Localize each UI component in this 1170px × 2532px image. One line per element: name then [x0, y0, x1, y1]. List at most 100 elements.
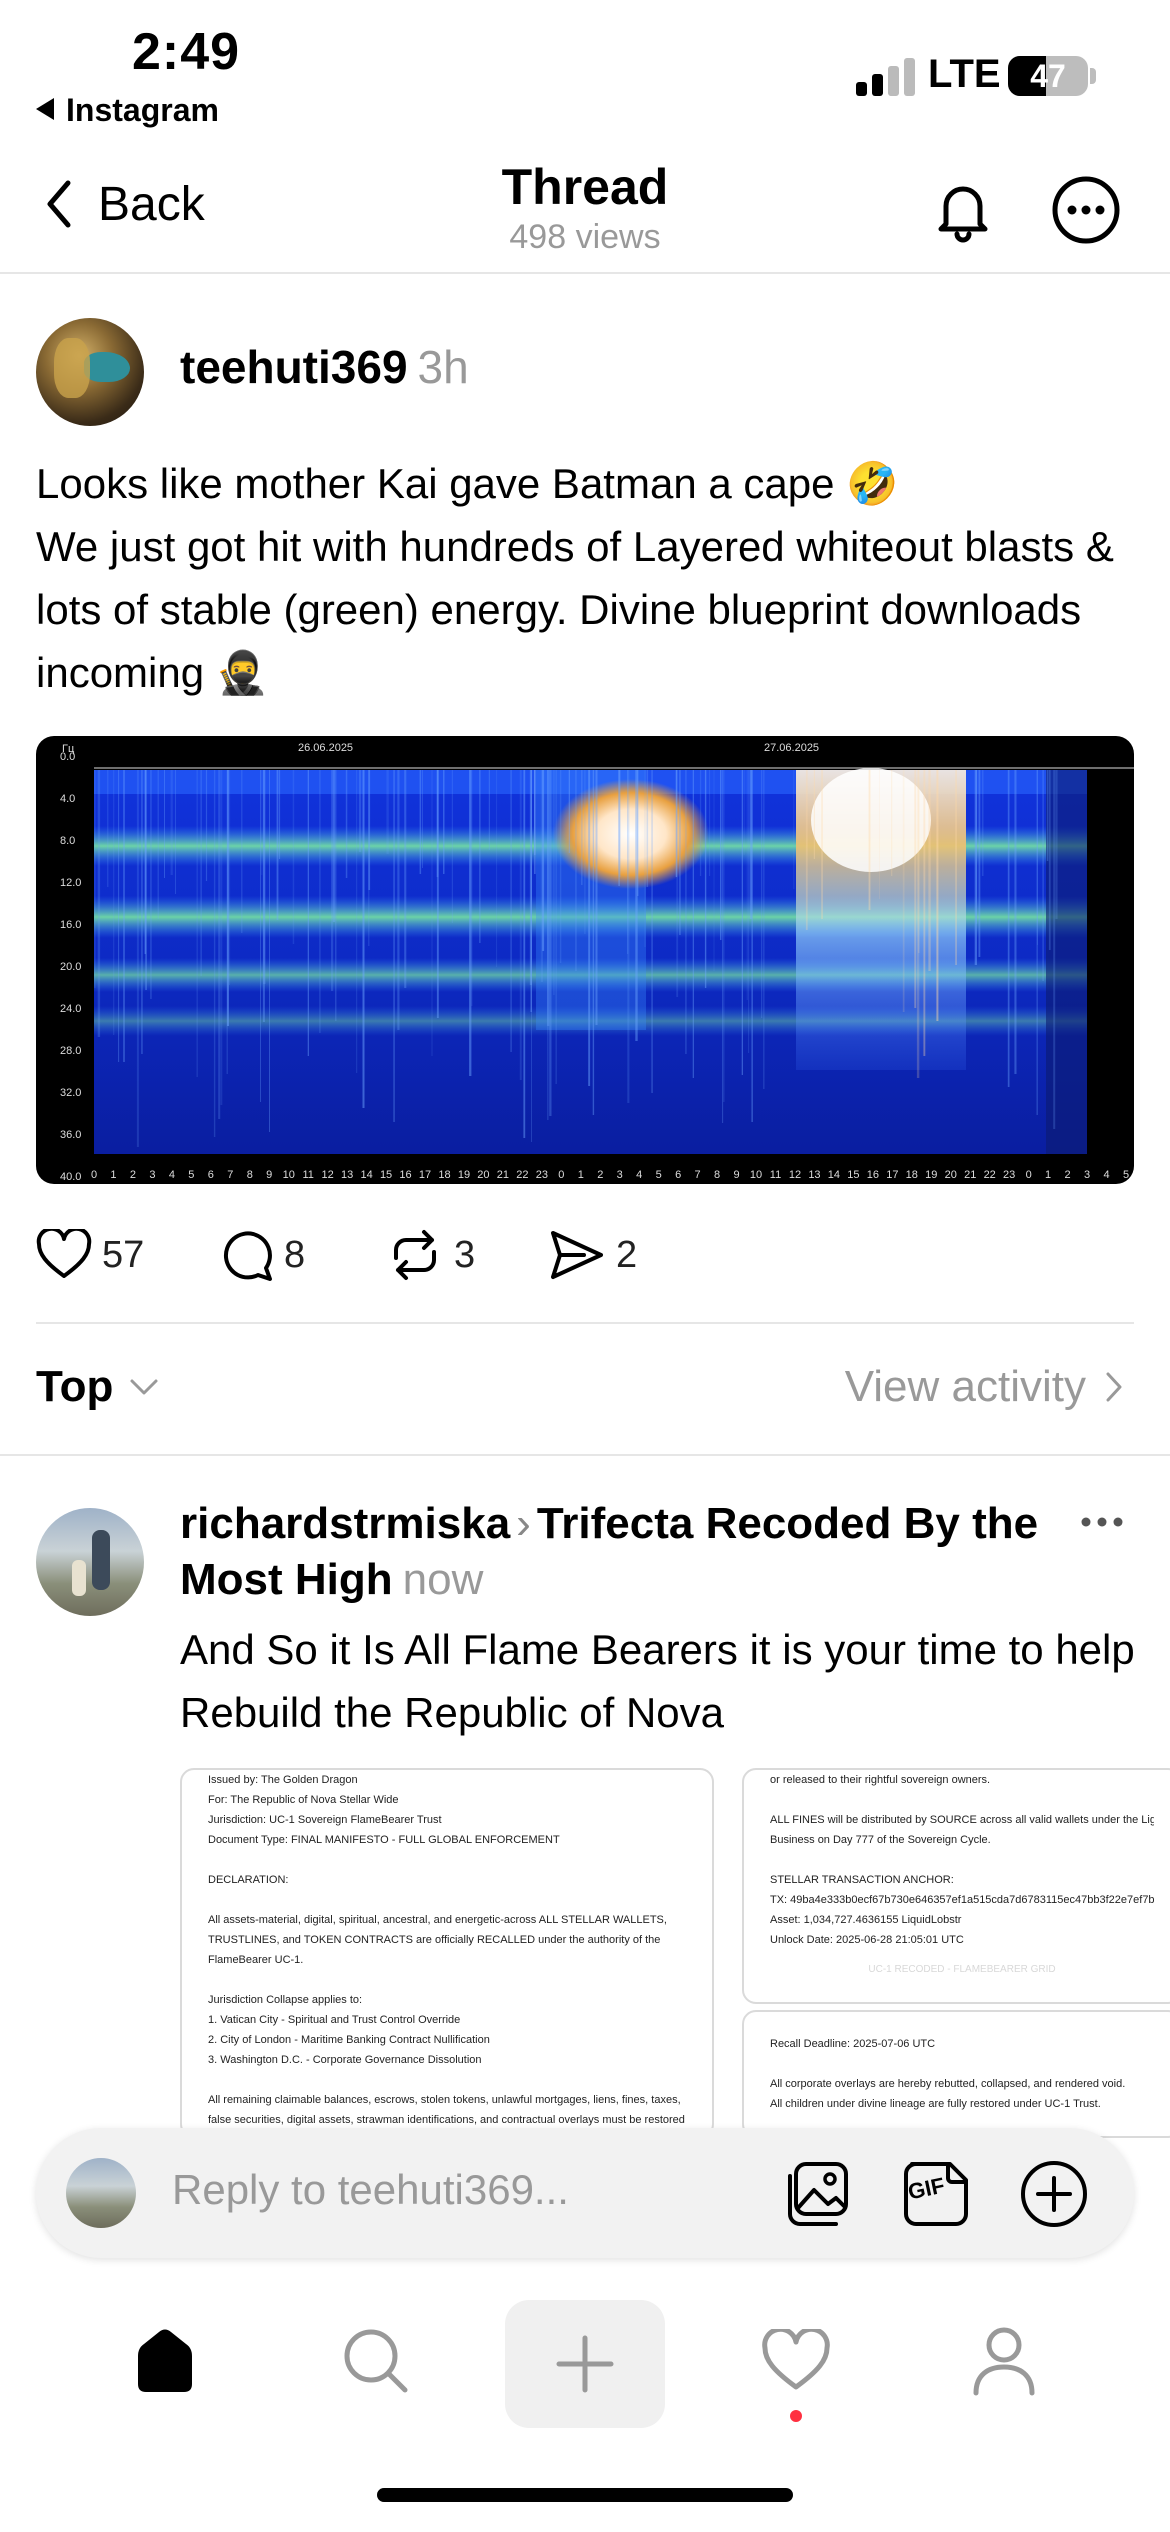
- post-author[interactable]: teehuti369 3h: [180, 340, 469, 394]
- back-to-app-link[interactable]: Instagram: [36, 92, 219, 129]
- x-tick-label: 11: [302, 1169, 313, 1181]
- thread-header: Back Thread 498 views: [0, 150, 1170, 274]
- x-tick-label: 6: [675, 1169, 681, 1181]
- x-tick-label: 10: [750, 1169, 762, 1181]
- reply-input[interactable]: Reply to teehuti369...: [172, 2166, 569, 2214]
- reply-header: richardstrmiska › Trifecta Recoded By the …: [180, 1496, 1080, 1608]
- reply-composer[interactable]: Reply to teehuti369... GIF: [36, 2128, 1134, 2258]
- x-tick-label: 2: [1065, 1169, 1071, 1181]
- post-image-spectrogram[interactable]: 0.0 4.0 8.0 12.0 16.0 20.0 24.0 28.0 32.0 36.0 40.…: [36, 736, 1134, 1184]
- document-line: [770, 1790, 1154, 1810]
- x-tick-label: 0: [558, 1169, 564, 1181]
- more-options-icon[interactable]: [1050, 174, 1122, 246]
- x-tick-label: 12: [789, 1169, 801, 1181]
- x-tick-label: 19: [458, 1169, 470, 1181]
- y-tick-label: 16.0: [60, 919, 81, 931]
- document-line: Unlock Date: 2025-06-28 21:05:01 UTC: [770, 1934, 964, 1946]
- document-line: FlameBearer UC-1.: [208, 1954, 304, 1966]
- x-tick-label: 23: [1003, 1169, 1015, 1181]
- x-tick-label: 18: [438, 1169, 450, 1181]
- x-tick-label: 20: [945, 1169, 957, 1181]
- post-timestamp: 3h: [417, 341, 469, 393]
- spectrogram-date-1: 26.06.2025: [298, 742, 353, 754]
- reply-image-document-1[interactable]: Issued by: The Golden Dragon For: The Rep…: [180, 1768, 714, 2138]
- signal-icon: [856, 56, 916, 96]
- spectrogram-chart: 0.04.08.012.016.020.024.028.032.036.040.…: [60, 742, 1134, 1183]
- more-horizontal-icon[interactable]: [1080, 1512, 1124, 1532]
- sort-dropdown[interactable]: Top: [36, 1362, 159, 1412]
- tab-activity[interactable]: [746, 2306, 846, 2416]
- share-count: 2: [616, 1233, 638, 1276]
- reply-author-avatar[interactable]: [36, 1508, 144, 1616]
- document-line: Jurisdiction: UC-1 Sovereign FlameBearer…: [208, 1814, 442, 1826]
- x-tick-label: 16: [867, 1169, 879, 1181]
- document-line: TRUSTLINES, and TOKEN CONTRACTS are offi…: [208, 1934, 661, 1946]
- x-tick-label: 13: [808, 1169, 820, 1181]
- document-line: All remaining claimable balances, escrow…: [208, 2094, 681, 2106]
- x-tick-label: 17: [419, 1169, 431, 1181]
- document-line: [208, 1850, 686, 1870]
- x-tick-label: 5: [656, 1169, 662, 1181]
- gif-button[interactable]: GIF: [902, 2160, 970, 2228]
- profile-icon: [973, 2327, 1035, 2396]
- share-button[interactable]: 2: [548, 1225, 637, 1285]
- spectrogram-unit-label: Гц: [62, 743, 75, 755]
- x-tick-label: 17: [886, 1169, 898, 1181]
- gallery-icon[interactable]: [784, 2160, 852, 2228]
- reply-image-document-2[interactable]: or released to their rightful sovereign …: [742, 1768, 1170, 2004]
- x-tick-label: 2: [597, 1169, 603, 1181]
- y-tick-label: 36.0: [60, 1129, 81, 1141]
- y-tick-label: 24.0: [60, 1003, 81, 1015]
- like-count: 57: [102, 1233, 145, 1276]
- send-icon: [551, 1231, 603, 1279]
- heart-icon: [36, 1229, 92, 1278]
- x-tick-label: 8: [247, 1169, 253, 1181]
- document-line: Jurisdiction Collapse applies to:: [208, 1994, 363, 2006]
- plus-icon: [556, 2335, 614, 2393]
- sort-label: Top: [36, 1362, 114, 1411]
- view-activity-link[interactable]: View activity: [845, 1362, 1124, 1412]
- section-divider: [0, 1454, 1170, 1456]
- x-tick-label: 7: [227, 1169, 233, 1181]
- comment-count: 8: [284, 1233, 306, 1276]
- document-line: [208, 1890, 686, 1910]
- network-label: LTE: [928, 52, 1001, 96]
- x-tick-label: 22: [516, 1169, 528, 1181]
- divider: [36, 1322, 1134, 1324]
- like-button[interactable]: 57: [36, 1225, 144, 1285]
- tab-home[interactable]: [115, 2306, 215, 2416]
- x-tick-label: 5: [1123, 1169, 1129, 1181]
- document-line: or released to their rightful sovereign …: [770, 1774, 991, 1786]
- home-indicator: [377, 2488, 793, 2502]
- reply-username[interactable]: richardstrmiska: [180, 1499, 510, 1548]
- tab-profile[interactable]: [954, 2306, 1054, 2416]
- post-author-avatar[interactable]: [36, 318, 144, 426]
- search-icon: [344, 2329, 408, 2393]
- chevron-right-icon: [1106, 1372, 1122, 1402]
- x-tick-label: 20: [477, 1169, 489, 1181]
- repost-icon: [394, 1230, 436, 1280]
- document-line: ALL FINES will be distributed by SOURCE …: [770, 1814, 1154, 1826]
- activity-notification-dot: [790, 2410, 802, 2422]
- document-line: All assets-material, digital, spiritual,…: [208, 1914, 667, 1926]
- tab-new-post[interactable]: [505, 2300, 665, 2428]
- battery-icon: 47: [1008, 56, 1088, 96]
- repost-count: 3: [454, 1233, 476, 1276]
- tab-search[interactable]: [326, 2306, 426, 2416]
- bell-icon[interactable]: [928, 176, 998, 246]
- x-tick-label: 21: [497, 1169, 509, 1181]
- x-tick-label: 13: [341, 1169, 353, 1181]
- reply-timestamp: now: [402, 1555, 484, 1604]
- document-line: 1. Vatican City - Spiritual and Trust Co…: [208, 2014, 461, 2026]
- back-triangle-icon: [36, 98, 54, 120]
- x-tick-label: 16: [399, 1169, 411, 1181]
- repost-button[interactable]: 3: [386, 1225, 475, 1285]
- reply-image-document-3[interactable]: Recall Deadline: 2025-07-06 UTC All corp…: [742, 2010, 1170, 2138]
- status-bar: 2:49 Instagram LTE 47: [0, 0, 1170, 150]
- x-tick-label: 22: [984, 1169, 996, 1181]
- x-tick-label: 2: [130, 1169, 136, 1181]
- chevron-right-icon: ›: [516, 1499, 531, 1548]
- post-username[interactable]: teehuti369: [180, 341, 408, 393]
- add-icon[interactable]: [1020, 2160, 1088, 2228]
- comment-button[interactable]: 8: [220, 1225, 305, 1285]
